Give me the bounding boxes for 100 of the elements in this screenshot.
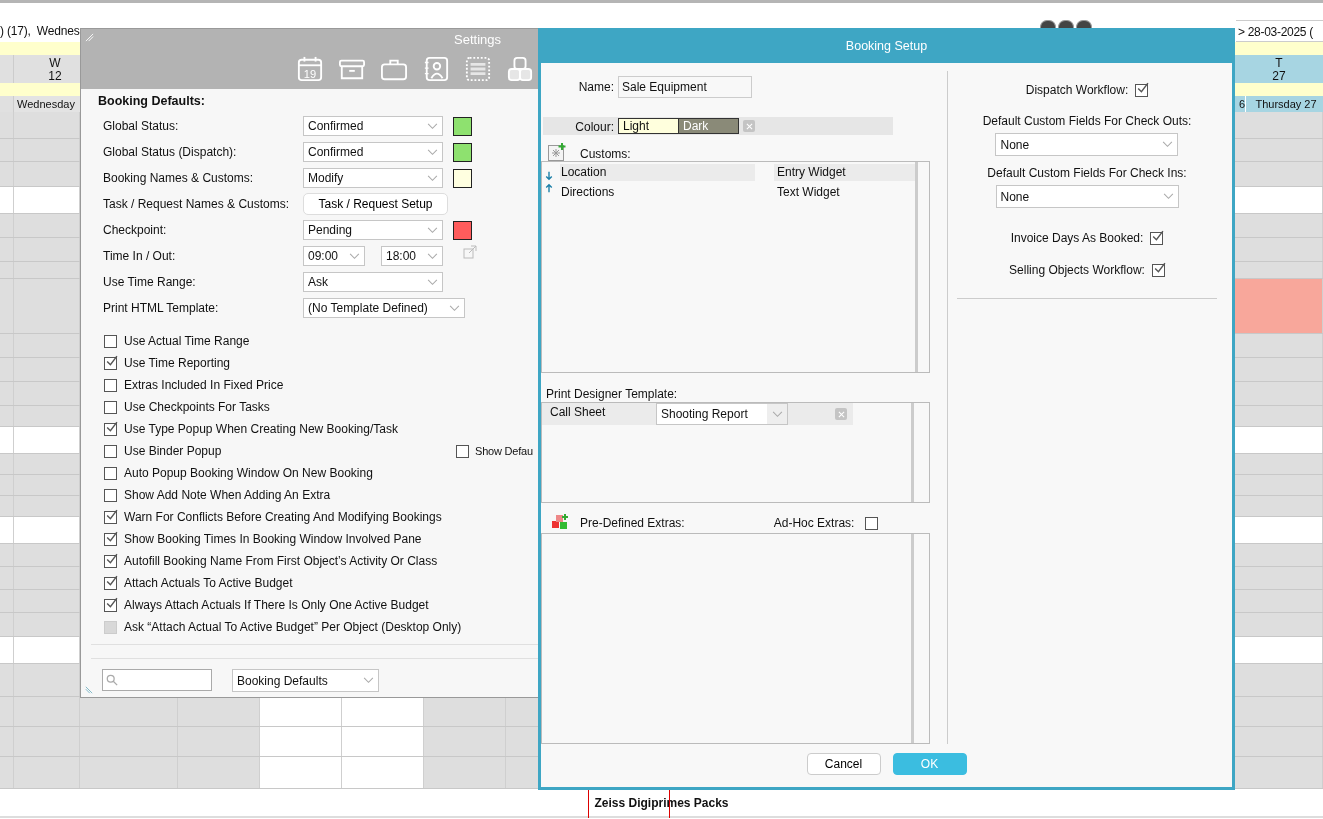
widget-type[interactable]: Text Widget <box>774 183 915 201</box>
checkbox[interactable] <box>1135 83 1149 97</box>
day-name: Thursday 27 <box>1245 96 1323 112</box>
calendar-cell <box>0 55 14 83</box>
search-field[interactable] <box>102 669 212 691</box>
chevron-icon <box>427 148 438 156</box>
date-caption: ) (17), Wednes <box>0 24 80 38</box>
chevron-icon <box>1162 193 1174 200</box>
checkbox[interactable] <box>104 444 117 458</box>
checkbox[interactable] <box>104 400 117 414</box>
section-dropdown[interactable]: Booking Defaults <box>232 669 379 692</box>
checkbox[interactable] <box>104 576 117 590</box>
dropdown[interactable]: Confirmed <box>303 116 443 136</box>
dropdown[interactable]: Modify <box>303 168 443 188</box>
clear-button[interactable] <box>835 408 847 420</box>
clear-button[interactable] <box>743 120 755 132</box>
calendar-cell[interactable] <box>14 427 80 453</box>
calendar-cell[interactable] <box>342 727 424 756</box>
checkbox[interactable] <box>865 516 879 530</box>
checkbox[interactable] <box>456 444 469 458</box>
option-label: Autofill Booking Name From First Object’s Activity Or Class <box>124 554 438 568</box>
chevron-icon <box>449 304 460 312</box>
calendar-cell[interactable] <box>260 697 342 726</box>
option-label: Auto Popup Booking Window On New Booking <box>124 466 373 480</box>
chevron-icon <box>363 677 374 684</box>
time-dropdown[interactable]: 09:00 <box>303 246 365 266</box>
checkbox[interactable] <box>104 554 117 568</box>
calendar-cell[interactable] <box>1235 517 1323 543</box>
dropdown[interactable]: Ask <box>303 272 443 292</box>
checkbox[interactable] <box>1151 263 1165 277</box>
calendar-cell[interactable] <box>342 697 424 726</box>
calendar-cell[interactable] <box>260 727 342 756</box>
cancel-button[interactable]: Cancel <box>806 753 881 775</box>
dropdown[interactable]: Confirmed <box>303 142 443 162</box>
field-label: Global Status: <box>103 119 180 133</box>
calendar-cell[interactable] <box>1235 187 1323 213</box>
chevron-icon <box>427 122 438 130</box>
checkbox[interactable] <box>104 378 117 392</box>
calendar-cell[interactable] <box>0 187 14 213</box>
task-setup-button[interactable]: Task / Request Setup <box>303 193 448 215</box>
status-swatch[interactable] <box>453 116 472 136</box>
light-colour-swatch[interactable]: Light <box>618 118 679 134</box>
day-name: 6 <box>1235 96 1245 112</box>
dropdown[interactable]: None <box>995 133 1179 156</box>
contacts-book-icon[interactable] <box>423 56 449 82</box>
option-label: Always Attach Actuals If There Is Only One Active Budget <box>124 598 429 612</box>
calendar-cell[interactable] <box>0 517 14 543</box>
field-label: Default Custom Fields For Check Ins: <box>987 166 1187 180</box>
name-field[interactable]: Sale Equipment <box>618 76 752 98</box>
calendar-cell[interactable] <box>14 637 80 663</box>
status-swatch[interactable] <box>453 168 472 188</box>
widget-type[interactable]: Entry Widget <box>774 163 915 181</box>
calendar-cell[interactable] <box>0 637 14 663</box>
external-link-icon[interactable] <box>463 245 477 259</box>
calendar-cell[interactable] <box>342 757 424 788</box>
template-dropdown[interactable]: Shooting Report <box>656 403 788 425</box>
calendar-cell[interactable] <box>14 187 80 213</box>
dropdown[interactable]: None <box>995 185 1179 208</box>
custom-name[interactable]: Location <box>560 163 755 181</box>
option-label: Dispatch Workflow: <box>1025 83 1129 97</box>
calendar-cell[interactable] <box>0 427 14 453</box>
cubes-icon[interactable] <box>551 513 569 530</box>
checkbox[interactable] <box>104 532 117 546</box>
checkbox[interactable] <box>104 598 117 612</box>
blocks-icon[interactable] <box>507 56 533 82</box>
custom-name[interactable]: Directions <box>560 183 755 201</box>
option-label: Use Time Reporting <box>124 356 231 370</box>
calendar-cell[interactable] <box>260 757 342 788</box>
chevron-icon <box>427 278 438 286</box>
day-header: T 27 <box>1235 55 1323 83</box>
chevron-icon <box>771 410 783 418</box>
dropdown[interactable]: (No Template Defined) <box>303 298 465 318</box>
status-swatch[interactable] <box>453 220 472 240</box>
calendar-cell[interactable] <box>1235 637 1323 663</box>
field-label: Ad-Hoc Extras: <box>773 515 855 530</box>
add-custom-icon[interactable] <box>548 142 566 161</box>
dark-colour-swatch[interactable]: Dark <box>679 118 739 134</box>
option-label: Use Type Popup When Creating New Booking/Task <box>124 422 398 436</box>
option-label: Selling Objects Workflow: <box>1009 263 1145 277</box>
calendar-cell[interactable] <box>1235 427 1323 453</box>
field-label: Time In / Out: <box>103 249 177 263</box>
option-label: Show Add Note When Adding An Extra <box>124 488 331 502</box>
checkbox[interactable] <box>104 466 117 480</box>
checkbox[interactable] <box>1150 231 1164 245</box>
option-label: Invoice Days As Booked: <box>1010 231 1144 245</box>
field-label: Print HTML Template: <box>103 301 220 315</box>
status-swatch[interactable] <box>453 142 472 162</box>
list-icon[interactable] <box>465 56 491 82</box>
reorder-arrows-icon[interactable] <box>545 170 553 194</box>
checkbox[interactable] <box>104 488 117 502</box>
resize-grip-icon[interactable] <box>85 686 93 694</box>
dropdown[interactable]: Pending <box>303 220 443 240</box>
time-dropdown[interactable]: 18:00 <box>381 246 443 266</box>
checkbox[interactable] <box>104 510 117 524</box>
checkbox[interactable] <box>104 334 117 348</box>
search-icon <box>106 674 118 686</box>
checkbox[interactable] <box>104 356 117 370</box>
checkbox[interactable] <box>104 422 117 436</box>
calendar-cell[interactable] <box>14 517 80 543</box>
chevron-icon <box>1162 141 1174 148</box>
